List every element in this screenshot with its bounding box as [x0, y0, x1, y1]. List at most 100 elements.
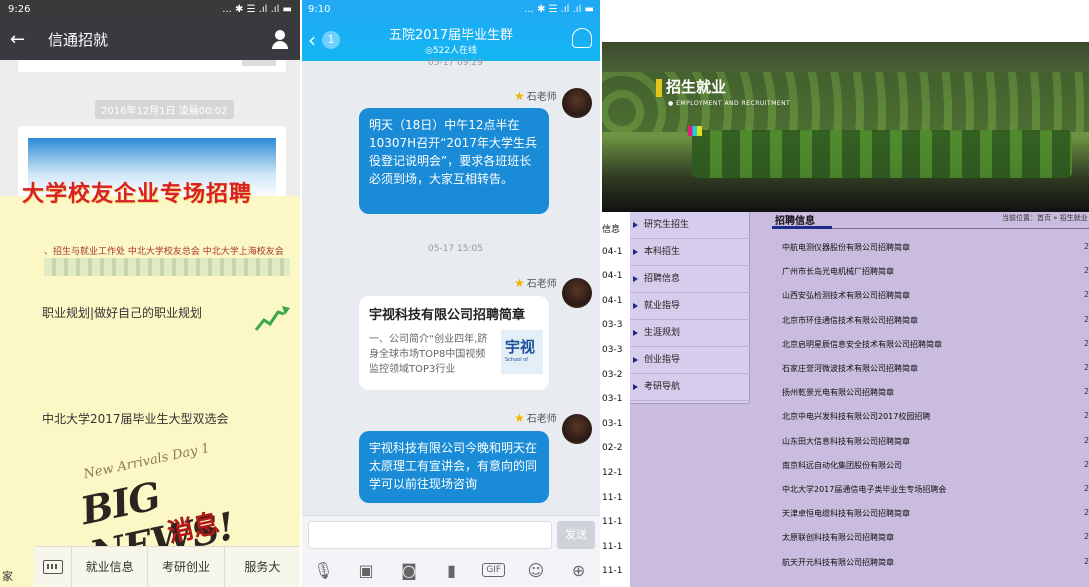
- status-bar: 9:10 ... ✱ ☰ .ıl .ıl ▬: [302, 0, 600, 18]
- mic-icon[interactable]: 🎙︎: [311, 561, 335, 580]
- image-icon[interactable]: ▣: [354, 561, 378, 580]
- gif-icon[interactable]: GIF: [482, 563, 506, 577]
- site-brand-subtitle: ● EMPLOYMENT AND RECRUITMENT: [668, 100, 791, 107]
- banner-headline[interactable]: 大学校友企业专场招聘: [22, 176, 252, 208]
- divider-accent: [772, 226, 832, 229]
- job-listing-title: 南京科远自动化集团股份有限公司: [782, 460, 902, 470]
- red-packet-icon[interactable]: ▮: [440, 561, 464, 580]
- job-listing-link[interactable]: 航天开元科技有限公司招聘简章 2: [782, 557, 1089, 568]
- job-listing-date: 2: [1084, 459, 1089, 469]
- sidebar-item[interactable]: 研究生招生: [630, 212, 750, 239]
- keyboard-toggle-icon[interactable]: [34, 546, 72, 587]
- job-listing-link[interactable]: 北京中电兴发科技有限公司2017校园招聘 2: [782, 411, 1089, 422]
- date-fragment: 03-3: [602, 320, 623, 331]
- menu-tab-jobs[interactable]: 就业信息: [72, 546, 149, 587]
- article-link-career-planning[interactable]: 职业规划|做好自己的职业规划: [42, 304, 202, 321]
- previous-article-card[interactable]: [18, 60, 286, 72]
- job-listing-title: 山东田大信息科技有限公司招聘简章: [782, 436, 910, 446]
- shared-article-desc: 一、公司简介“创业四年,跻身全球市场TOP8中国视频监控领域TOP3行业: [369, 334, 488, 375]
- growth-arrow-icon: [254, 306, 290, 331]
- job-listing-date: 2: [1084, 508, 1089, 518]
- menu-tab-service[interactable]: 服务大: [225, 547, 300, 587]
- banner-decoration: [44, 258, 290, 276]
- chat-bubble[interactable]: 宇视科技有限公司今晚和明天在太原理工有宣讲会，有意向的同学可以前往现场咨询: [359, 431, 549, 503]
- content-area: 信息 04-1 04-1 04-1 03-3 03-3 03-2 03-1 03-1 02-2 12…: [602, 212, 1089, 587]
- job-listing-link[interactable]: 北京市环佳通信技术有限公司招聘简章 2: [782, 315, 1089, 326]
- camera-icon[interactable]: ◙: [397, 561, 421, 580]
- breadcrumb: 当前位置：首页 » 招生就业: [1002, 214, 1088, 222]
- chat-toolbar: 🎙︎ ▣ ◙ ▮ GIF ☺ ⊕: [302, 553, 600, 587]
- star-icon: ★: [514, 276, 525, 290]
- menu-tab-exam[interactable]: 考研创业: [148, 546, 225, 587]
- job-listing-date: 2: [1084, 411, 1089, 421]
- main-content: 招聘信息 当前位置：首页 » 招生就业 中航电测仪器股份有限公司招聘简章 2 广州市…: [772, 212, 1089, 587]
- date-fragment: 11-1: [602, 517, 623, 528]
- read-more-button[interactable]: [242, 60, 276, 66]
- sidebar-item[interactable]: 就业指导: [630, 293, 750, 320]
- chat-header: 9:10 ... ✱ ☰ .ıl .ıl ▬ ‹ 1 五院2017届毕业生群 ◎…: [302, 0, 600, 61]
- job-listing-link[interactable]: 太原联创科技有限公司招聘简章 2: [782, 532, 1089, 543]
- article-link-job-fair[interactable]: 中北大学2017届毕业生大型双选会: [42, 410, 229, 427]
- group-members-icon[interactable]: [572, 28, 592, 48]
- avatar[interactable]: [562, 88, 592, 118]
- job-listing-date: 2: [1084, 484, 1089, 493]
- date-fragment: 03-1: [602, 418, 623, 429]
- back-arrow-icon[interactable]: ←: [10, 29, 38, 50]
- date-fragment: 03-2: [602, 369, 623, 380]
- job-listing-link[interactable]: 中北大学2017届通信电子类毕业生专场招聘会 2: [782, 484, 1089, 495]
- emoji-icon[interactable]: ☺: [524, 561, 548, 580]
- input-bar: 发送: [302, 515, 600, 553]
- sidebar-item[interactable]: 招聘信息: [630, 266, 750, 293]
- job-listing-link[interactable]: 天津卓恒电缆科技有限公司招聘简章 2: [782, 508, 1089, 519]
- profile-icon[interactable]: [270, 29, 290, 49]
- date-fragment: 11-1: [602, 541, 623, 552]
- sidebar-item[interactable]: 创业指导: [630, 347, 750, 374]
- qq-group-panel: 9:10 ... ✱ ☰ .ıl .ıl ▬ ‹ 1 五院2017届毕业生群 ◎…: [302, 0, 600, 587]
- job-listing-link[interactable]: 扬州乾景光电有限公司招聘简章 2: [782, 387, 1089, 398]
- avatar[interactable]: [562, 278, 592, 308]
- message-timestamp: 05-17 09:29: [428, 58, 483, 68]
- status-icons: ... ✱ ☰ .ıl .ıl ▬: [524, 3, 594, 15]
- sender-name: ★ 石老师: [514, 276, 557, 290]
- message-timestamp: 05-17 15:05: [428, 244, 483, 254]
- job-listing-link[interactable]: 广州市长岛光电机械厂招聘简章 2: [782, 266, 1089, 277]
- sidebar-item[interactable]: 考研导航: [630, 374, 750, 401]
- date-fragment: 02-2: [602, 443, 623, 454]
- job-listing-link[interactable]: 山东田大信息科技有限公司招聘简章 2: [782, 436, 1089, 447]
- chat-bubble[interactable]: 明天（18日）中午12点半在10307H召开“2017年大学生兵役登记说明会”，…: [359, 108, 549, 214]
- glitch-pixels: [688, 126, 702, 136]
- job-listing-title: 石家庄誉河微波技术有限公司招聘简章: [782, 364, 918, 373]
- job-listing-link[interactable]: 石家庄誉河微波技术有限公司招聘简章 2: [782, 363, 1089, 374]
- job-listing-link[interactable]: 北京启明星辰信息安全技术有限公司招聘简章 2: [782, 339, 1089, 350]
- send-button[interactable]: 发送: [557, 521, 595, 549]
- job-listing-date: 2: [1084, 290, 1089, 300]
- message-input[interactable]: [308, 521, 552, 549]
- date-fragment: 12-1: [602, 468, 623, 478]
- sender-name: ★ 石老师: [514, 411, 557, 425]
- job-listing-title: 扬州乾景光电有限公司招聘简章: [782, 388, 894, 398]
- job-listing-title: 太原联创科技有限公司招聘简章: [782, 533, 894, 543]
- job-listing-title: 天津卓恒电缆科技有限公司招聘简章: [782, 509, 910, 519]
- star-icon: ★: [514, 411, 525, 425]
- job-listing-date: 2: [1084, 266, 1089, 276]
- plus-icon[interactable]: ⊕: [567, 561, 591, 580]
- job-listing-link[interactable]: 南京科远自动化集团股份有限公司 2: [782, 460, 1089, 471]
- sidebar-item[interactable]: 生涯规划: [630, 320, 750, 347]
- title-bar: ← 信通招就: [0, 18, 300, 60]
- sidebar-item[interactable]: 本科招生: [630, 239, 750, 266]
- avatar[interactable]: [562, 414, 592, 444]
- job-listing-title: 北京市环佳通信技术有限公司招聘简章: [782, 315, 918, 325]
- job-listing-title: 北京中电兴发科技有限公司2017校园招聘: [782, 412, 931, 422]
- date-fragment: 11-1: [602, 492, 623, 503]
- job-listing-date: 2: [1084, 556, 1089, 566]
- shared-article-card[interactable]: 宇视科技有限公司招聘简章 一、公司简介“创业四年,跻身全球市场TOP8中国视频监…: [359, 296, 549, 390]
- job-listing-date: 2: [1084, 532, 1089, 542]
- job-listing-title: 航天开元科技有限公司招聘简章: [782, 557, 894, 567]
- status-icons: ... ✱ ☰ .ıl .ıl ▬: [222, 3, 292, 15]
- job-listing-link[interactable]: 山西安弘检测技术有限公司招聘简章 2: [782, 290, 1089, 301]
- job-listing-title: 广州市长岛光电机械厂招聘简章: [782, 267, 894, 277]
- job-listing-date: 2: [1084, 314, 1089, 324]
- job-listing-link[interactable]: 中航电测仪器股份有限公司招聘简章 2: [782, 242, 1089, 253]
- online-count: ◎522人在线: [424, 46, 478, 56]
- site-brand: 招生就业: [656, 76, 726, 97]
